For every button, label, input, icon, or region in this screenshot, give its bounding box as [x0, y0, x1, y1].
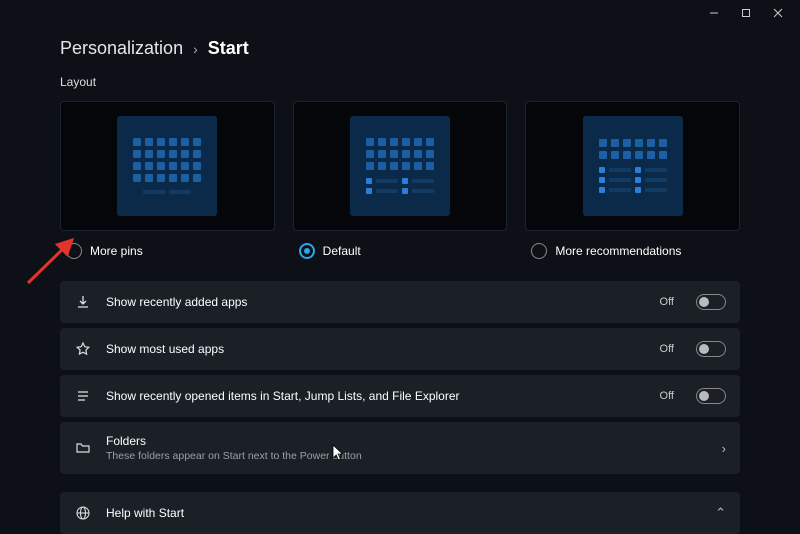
breadcrumb-current: Start: [208, 38, 249, 59]
radio-icon: [299, 243, 315, 259]
radio-label: More recommendations: [555, 244, 681, 258]
globe-icon: [74, 504, 92, 522]
setting-label: Folders: [106, 434, 708, 448]
toggle-state: Off: [660, 390, 674, 402]
toggle-state: Off: [660, 296, 674, 308]
toggle-switch[interactable]: [696, 341, 726, 357]
layout-radio-group: More pins Default More recommendations: [60, 243, 740, 259]
chevron-right-icon: ›: [193, 41, 198, 57]
setting-recently-added-apps[interactable]: Show recently added apps Off: [60, 281, 740, 323]
window-titlebar: [0, 0, 800, 26]
minimize-button[interactable]: [700, 2, 728, 24]
folder-icon: [74, 439, 92, 457]
setting-most-used-apps[interactable]: Show most used apps Off: [60, 328, 740, 370]
breadcrumb: Personalization › Start: [60, 38, 740, 59]
radio-label: More pins: [90, 244, 143, 258]
radio-more-recommendations[interactable]: More recommendations: [525, 243, 740, 259]
setting-label: Show recently opened items in Start, Jum…: [106, 389, 646, 403]
toggle-switch[interactable]: [696, 294, 726, 310]
setting-label: Show most used apps: [106, 342, 646, 356]
radio-label: Default: [323, 244, 361, 258]
close-button[interactable]: [764, 2, 792, 24]
help-with-start[interactable]: Help with Start ⌃: [60, 492, 740, 534]
chevron-right-icon: ›: [722, 441, 726, 456]
layout-preview-more-pins[interactable]: [60, 101, 275, 231]
section-label-layout: Layout: [60, 75, 740, 89]
layout-preview-more-recommendations[interactable]: [525, 101, 740, 231]
settings-list: Show recently added apps Off Show most u…: [60, 281, 740, 534]
maximize-button[interactable]: [732, 2, 760, 24]
setting-subtitle: These folders appear on Start next to th…: [106, 450, 708, 462]
setting-recent-items[interactable]: Show recently opened items in Start, Jum…: [60, 375, 740, 417]
radio-more-pins[interactable]: More pins: [60, 243, 275, 259]
setting-label: Show recently added apps: [106, 295, 646, 309]
setting-label: Help with Start: [106, 506, 701, 520]
toggle-switch[interactable]: [696, 388, 726, 404]
download-icon: [74, 293, 92, 311]
radio-default[interactable]: Default: [293, 243, 508, 259]
layout-previews: [60, 101, 740, 231]
radio-icon: [66, 243, 82, 259]
chevron-up-icon: ⌃: [715, 505, 726, 521]
list-icon: [74, 387, 92, 405]
radio-icon: [531, 243, 547, 259]
toggle-state: Off: [660, 343, 674, 355]
layout-preview-default[interactable]: [293, 101, 508, 231]
setting-folders[interactable]: Folders These folders appear on Start ne…: [60, 422, 740, 474]
breadcrumb-parent[interactable]: Personalization: [60, 38, 183, 59]
star-icon: [74, 340, 92, 358]
